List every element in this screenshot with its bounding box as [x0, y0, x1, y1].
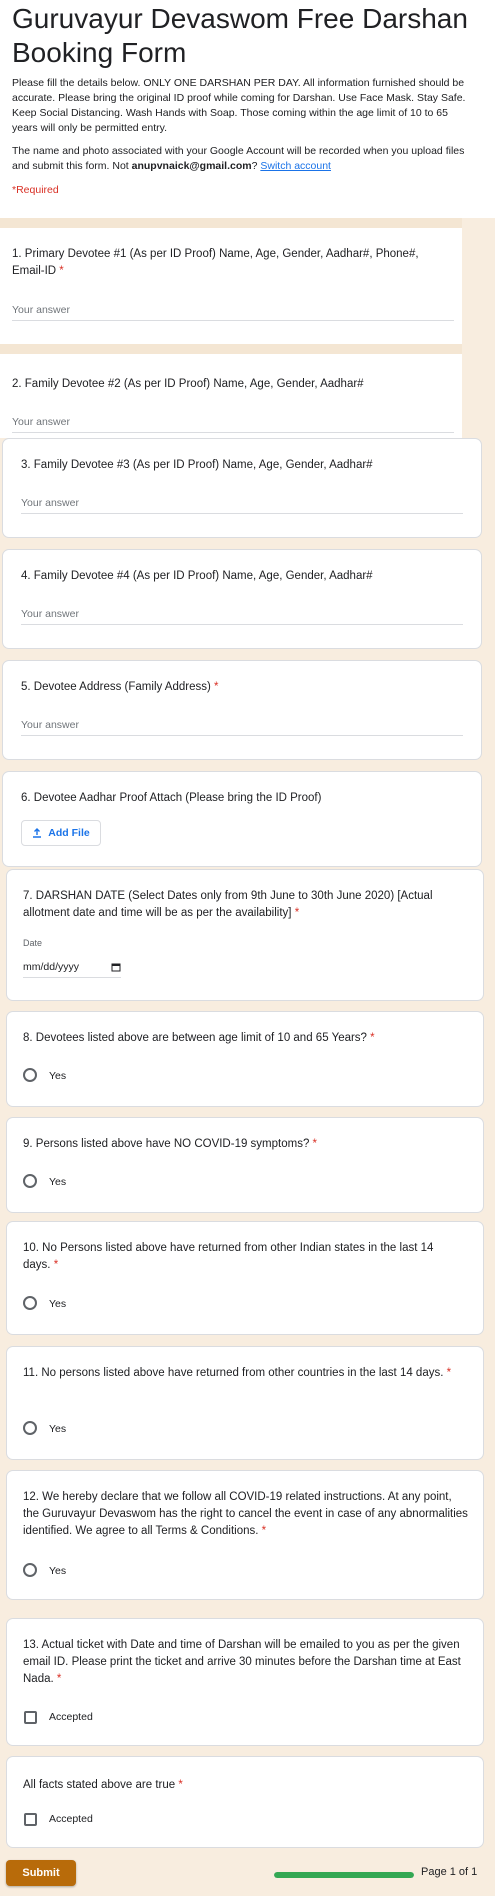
switch-account-link[interactable]: Switch account [260, 160, 331, 172]
question-5-text: 5. Devotee Address (Family Address) [21, 681, 211, 693]
account-note: The name and photo associated with your … [12, 144, 472, 174]
question-8-yes-label: Yes [49, 1070, 67, 1082]
form-header: Guruvayur Devaswom Free Darshan Booking … [0, 0, 495, 218]
question-3-card: 3. Family Devotee #3 (As per ID Proof) N… [2, 438, 482, 538]
question-3-title: 3. Family Devotee #3 (As per ID Proof) N… [21, 459, 373, 471]
required-star: * [59, 265, 64, 277]
question-13-text: 13. Actual ticket with Date and time of … [23, 1639, 461, 1685]
date-placeholder: mm/dd/yyyy [23, 960, 80, 973]
question-5-card: 5. Devotee Address (Family Address) * Yo… [2, 660, 482, 760]
add-file-button[interactable]: Add File [21, 820, 101, 846]
required-star: * [294, 907, 300, 919]
question-5-answer-input[interactable]: Your answer [21, 719, 463, 736]
upload-icon [33, 828, 42, 838]
question-4-title: 4. Family Devotee #4 (As per ID Proof) N… [21, 570, 373, 582]
question-7-card: 7. DARSHAN DATE (Select Dates only from … [6, 869, 484, 1001]
section-divider [0, 344, 462, 354]
question-3-answer-input[interactable]: Your answer [21, 497, 463, 514]
question-12-yes-radio[interactable] [23, 1563, 37, 1577]
progress-bar [274, 1872, 414, 1878]
question-10-text: 10. No Persons listed above have returne… [23, 1242, 434, 1271]
submit-button[interactable]: Submit [6, 1860, 76, 1886]
question-7-title: 7. DARSHAN DATE (Select Dates only from … [23, 888, 463, 922]
question-12-title: 12. We hereby declare that we follow all… [23, 1489, 469, 1540]
required-star: * [446, 1367, 452, 1379]
question-12-text: 12. We hereby declare that we follow all… [23, 1491, 468, 1537]
question-2-card: 2. Family Devotee #2 (As per ID Proof) N… [0, 354, 462, 438]
calendar-icon[interactable] [111, 962, 121, 972]
date-label: Date [23, 938, 43, 948]
account-email: anupvnaick@gmail.com [131, 160, 252, 172]
question-6-card: 6. Devotee Aadhar Proof Attach (Please b… [2, 771, 482, 867]
required-star: * [214, 681, 219, 693]
question-4-answer-input[interactable]: Your answer [21, 608, 463, 625]
question-9-text: 9. Persons listed above have NO COVID-19… [23, 1138, 310, 1150]
question-14-accepted-label: Accepted [49, 1813, 93, 1825]
question-13-title: 13. Actual ticket with Date and time of … [23, 1637, 469, 1688]
question-5-title: 5. Devotee Address (Family Address) * [21, 679, 461, 696]
required-star: * [56, 1673, 62, 1685]
section-divider [0, 218, 462, 228]
required-star: * [261, 1525, 267, 1537]
question-11-yes-radio[interactable] [23, 1421, 37, 1435]
question-1-text: 1. Primary Devotee #1 (As per ID Proof) … [12, 248, 419, 277]
question-10-yes-radio[interactable] [23, 1296, 37, 1310]
question-12-card: 12. We hereby declare that we follow all… [6, 1470, 484, 1600]
question-14-text: All facts stated above are true [23, 1779, 176, 1791]
question-11-title: 11. No persons listed above have returne… [23, 1365, 463, 1382]
question-12-yes-label: Yes [49, 1565, 67, 1577]
question-9-title: 9. Persons listed above have NO COVID-19… [23, 1136, 463, 1153]
question-1-answer-input[interactable]: Your answer [12, 304, 454, 321]
page-indicator: Page 1 of 1 [421, 1866, 478, 1878]
question-13-accepted-checkbox[interactable] [24, 1711, 37, 1724]
question-11-card: 11. No persons listed above have returne… [6, 1346, 484, 1460]
question-9-card: 9. Persons listed above have NO COVID-19… [6, 1117, 484, 1213]
required-star: * [370, 1032, 375, 1044]
question-8-yes-radio[interactable] [23, 1068, 37, 1082]
question-6-title: 6. Devotee Aadhar Proof Attach (Please b… [21, 792, 322, 804]
question-13-accepted-label: Accepted [49, 1711, 93, 1723]
question-8-card: 8. Devotees listed above are between age… [6, 1011, 484, 1107]
required-star: * [53, 1259, 59, 1271]
question-1-card: 1. Primary Devotee #1 (As per ID Proof) … [0, 228, 462, 344]
question-10-card: 10. No Persons listed above have returne… [6, 1221, 484, 1335]
required-star: * [312, 1138, 318, 1150]
question-4-card: 4. Family Devotee #4 (As per ID Proof) N… [2, 549, 482, 649]
account-question-mark: ? [251, 160, 258, 172]
form-description: Please fill the details below. ONLY ONE … [12, 77, 466, 134]
question-1-title: 1. Primary Devotee #1 (As per ID Proof) … [12, 246, 452, 280]
question-2-title: 2. Family Devotee #2 (As per ID Proof) N… [12, 378, 364, 390]
question-11-yes-label: Yes [49, 1423, 67, 1435]
question-8-text: 8. Devotees listed above are between age… [23, 1032, 367, 1044]
question-14-title: All facts stated above are true * [23, 1777, 469, 1794]
question-2-answer-input[interactable]: Your answer [12, 416, 454, 433]
form-title: Guruvayur Devaswom Free Darshan Booking … [12, 3, 468, 68]
question-14-card: All facts stated above are true * Accept… [6, 1756, 484, 1848]
progress-bar-fill [274, 1872, 414, 1878]
add-file-label: Add File [48, 827, 90, 839]
required-note: *Required [12, 184, 59, 196]
question-14-accepted-checkbox[interactable] [24, 1813, 37, 1826]
required-star: * [178, 1779, 183, 1791]
question-9-yes-radio[interactable] [23, 1174, 37, 1188]
question-13-card: 13. Actual ticket with Date and time of … [6, 1618, 484, 1746]
darshan-date-input[interactable]: mm/dd/yyyy [23, 956, 121, 978]
question-10-yes-label: Yes [49, 1298, 67, 1310]
question-7-text: 7. DARSHAN DATE (Select Dates only from … [23, 890, 433, 919]
question-9-yes-label: Yes [49, 1176, 67, 1188]
question-8-title: 8. Devotees listed above are between age… [23, 1030, 463, 1047]
question-11-text: 11. No persons listed above have returne… [23, 1367, 444, 1379]
question-10-title: 10. No Persons listed above have returne… [23, 1240, 463, 1274]
